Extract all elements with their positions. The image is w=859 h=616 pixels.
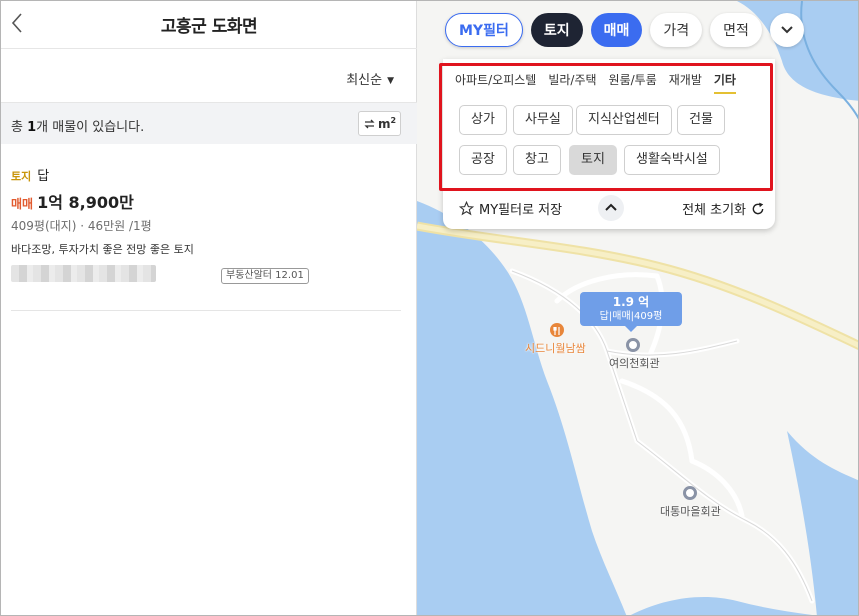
reset-all-button[interactable]: 전체 초기화 [682,199,765,218]
price-chip[interactable]: 가격 [650,13,703,47]
type-tag: 토지 [11,170,32,183]
category-tabs: 아파트/오피스텔 빌라/주택 원룸/투룸 재개발 기타 [455,71,736,94]
result-count-number: 1 [27,120,37,135]
marker-tail [625,326,637,332]
filter-chip-row: MY필터 토지 매매 가격 면적 [445,13,804,47]
my-filter-chip[interactable]: MY필터 [445,13,523,47]
tab-villa-house[interactable]: 빌라/주택 [548,71,596,94]
filter-panel: 아파트/오피스텔 빌라/주택 원룸/투룸 재개발 기타 상가 사무실 지식산업센… [443,59,775,229]
listing-price: 1억 8,900만 [37,193,134,212]
restaurant-icon[interactable] [550,323,564,337]
tab-other[interactable]: 기타 [713,71,736,94]
option-lodging-facility[interactable]: 생활숙박시설 [624,145,720,175]
map-view[interactable]: MY필터 토지 매매 가격 면적 아파트/오피스텔 빌라/주택 원룸/투룸 재개… [417,1,858,615]
swap-icon [364,119,375,128]
blurred-address [11,265,156,282]
area-chip[interactable]: 면적 [710,13,762,47]
collapse-panel-button[interactable] [598,195,624,221]
listing-description: 바다조망, 투자가치 좋은 전망 좋은 토지 [11,243,194,256]
listing-price-row: 매매 1억 8,900만 [11,189,134,213]
marker-description: 답|매매|409평 [599,311,663,322]
community-hall-icon[interactable] [626,338,640,352]
option-knowledge-industry-center[interactable]: 지식산업센터 [576,105,672,135]
option-store[interactable]: 상가 [459,105,507,135]
result-count: 총 1개 매물이 있습니다. [11,120,145,135]
poi-hall-1-label[interactable]: 여의천회관 [609,355,660,371]
listing-panel: 고흥군 도화면 최신순 ▼ 총 1개 매물이 있습니다. m2 토지 답 매매 1억 … [1,1,417,615]
tab-redevelopment[interactable]: 재개발 [669,71,702,94]
option-office[interactable]: 사무실 [513,105,573,135]
filter-panel-footer: MY필터로 저장 전체 초기화 [443,195,775,229]
land-chip[interactable]: 토지 [530,13,583,47]
listing-map-marker[interactable]: 1.9 억 답|매매|409평 [580,292,682,332]
refresh-icon [752,202,764,214]
tab-apartment-officetel[interactable]: 아파트/오피스텔 [455,71,536,94]
marker-price: 1.9 억 [612,295,650,309]
tab-oneroom-tworoom[interactable]: 원룸/투룸 [609,71,657,94]
poi-restaurant-label[interactable]: 시드니월남쌈 [525,340,586,356]
caret-down-icon: ▼ [387,76,394,86]
community-hall-icon-2[interactable] [683,486,697,500]
sort-label: 최신순 [346,73,383,88]
app-frame: 고흥군 도화면 최신순 ▼ 총 1개 매물이 있습니다. m2 토지 답 매매 1억 … [0,0,859,616]
star-icon [459,201,474,216]
save-my-filter-label: MY필터로 저장 [479,203,563,218]
page-title: 고흥군 도화면 [160,17,258,37]
reset-all-label: 전체 초기화 [682,203,746,218]
chevron-up-icon [605,203,617,211]
save-my-filter-button[interactable]: MY필터로 저장 [459,199,562,218]
unit-toggle-button[interactable]: m2 [358,111,401,136]
listing-detail: 409평(대지) · 46만원 /1평 [11,219,152,233]
poi-hall-2-label[interactable]: 대통마을회관 [660,503,721,519]
sale-chip[interactable]: 매매 [590,13,643,47]
result-count-bar: 총 1개 매물이 있습니다. m2 [1,102,417,144]
deal-tag: 매매 [11,197,34,211]
top-bar: 고흥군 도화면 [1,1,417,49]
option-land[interactable]: 토지 [569,145,617,175]
listing-type-row: 토지 답 [11,165,49,184]
source-badge: 부동산알터 12.01 [221,268,309,284]
option-warehouse[interactable]: 창고 [513,145,561,175]
chevron-down-icon [781,26,793,34]
option-factory[interactable]: 공장 [459,145,507,175]
listing-card[interactable]: 토지 답 매매 1억 8,900만 409평(대지) · 46만원 /1평 바다조망… [11,161,401,311]
sort-dropdown[interactable]: 최신순 ▼ [346,69,394,88]
listing-category: 답 [37,169,50,184]
more-filters-button[interactable] [769,13,804,47]
unit-label: m2 [377,116,397,131]
option-building[interactable]: 건물 [677,105,725,135]
